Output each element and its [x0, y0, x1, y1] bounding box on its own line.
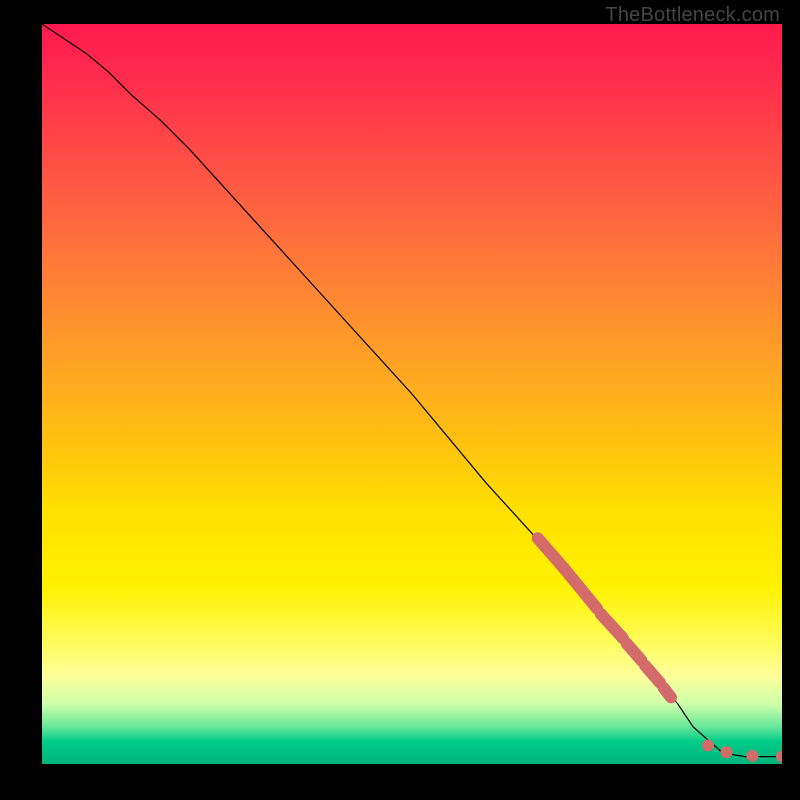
- marker-segment: [664, 688, 671, 698]
- marker-dot: [702, 740, 714, 752]
- marker-segments: [538, 538, 671, 697]
- chart-overlay: [42, 24, 782, 764]
- watermark-text: TheBottleneck.com: [605, 4, 780, 27]
- marker-dots: [702, 740, 782, 763]
- marker-dot: [746, 750, 758, 762]
- marker-dot: [721, 746, 733, 758]
- marker-segment: [627, 643, 642, 660]
- main-curve: [42, 24, 782, 757]
- marker-segment: [564, 568, 597, 609]
- marker-segment: [645, 666, 660, 683]
- marker-segment: [601, 614, 623, 638]
- marker-dot: [776, 751, 782, 763]
